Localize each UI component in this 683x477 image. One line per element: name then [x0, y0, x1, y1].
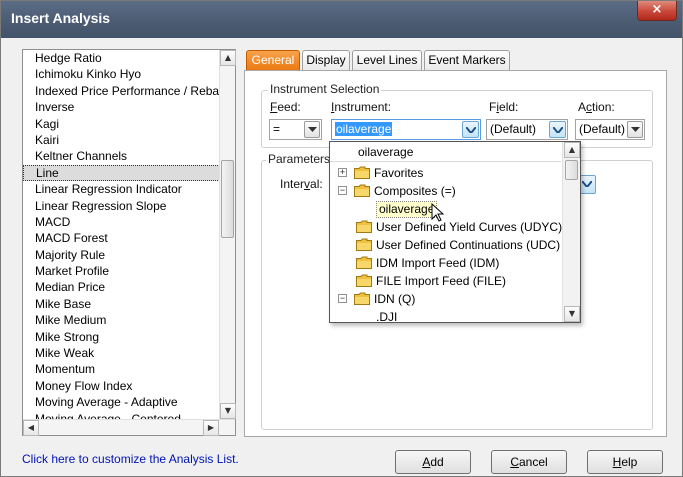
action-value: (Default) [579, 122, 626, 136]
list-item[interactable]: Mike Weak [23, 345, 220, 361]
tree-node-label: User Defined Yield Curves (UDYC) [376, 220, 563, 234]
scroll-up-arrow-icon[interactable]: ▲ [220, 50, 236, 66]
folder-icon [356, 274, 372, 287]
scroll-down-arrow-icon[interactable]: ▼ [220, 403, 236, 419]
feed-combo[interactable]: = [269, 119, 322, 140]
instrument-dropdown[interactable]: oilaverage ▲ ▼ + Favorites − Composites (=)… [329, 141, 581, 326]
folder-icon [356, 220, 372, 233]
parameters-label: Parameters [266, 152, 333, 166]
list-item[interactable]: Kairi [23, 132, 220, 148]
folder-icon [354, 184, 370, 197]
list-item[interactable]: Median Price [23, 279, 220, 295]
scroll-thumb[interactable] [221, 160, 234, 238]
tab-display[interactable]: Display [302, 50, 350, 70]
scroll-down-arrow-icon[interactable]: ▼ [564, 306, 580, 322]
list-item[interactable]: Majority Rule [23, 247, 220, 263]
scroll-up-arrow-icon[interactable]: ▲ [564, 142, 580, 158]
interval-label: Interval: [280, 177, 323, 191]
tree-node-label: Favorites [374, 166, 424, 180]
field-combo[interactable]: (Default) [486, 119, 568, 140]
analysis-list-vertical-scrollbar[interactable]: ▲ ▼ [219, 50, 236, 419]
list-item[interactable]: Indexed Price Performance / Reba [23, 83, 220, 99]
instrument-search-field[interactable]: oilaverage [330, 142, 561, 162]
chevron-down-icon[interactable] [304, 121, 320, 138]
title-bar[interactable]: Insert Analysis × [1, 1, 682, 38]
tree-node[interactable]: IDM Import Feed (IDM) [330, 254, 560, 272]
close-button[interactable]: × [637, 1, 677, 21]
tree-node-label: IDN (Q) [374, 292, 416, 306]
list-item[interactable]: Moving Average - Centered [23, 411, 220, 419]
list-item[interactable]: Kagi [23, 116, 220, 132]
tab-level-lines[interactable]: Level Lines [352, 50, 422, 70]
expand-icon[interactable]: + [338, 168, 347, 177]
add-button[interactable]: Add [395, 450, 471, 474]
list-item[interactable]: MACD [23, 214, 220, 230]
tree-node[interactable]: + Favorites [330, 164, 560, 182]
chevron-down-icon[interactable] [462, 121, 479, 138]
list-item[interactable]: Mike Medium [23, 312, 220, 328]
action-label: Action: [578, 100, 615, 114]
folder-icon [354, 292, 370, 305]
dropdown-scroll-thumb[interactable] [565, 160, 578, 180]
tree-node[interactable]: − IDN (Q) [330, 290, 560, 308]
tree-node[interactable]: User Defined Continuations (UDC) [330, 236, 560, 254]
analysis-list-items: Hedge Ratio Ichimoku Kinko Hyo Indexed Pri… [23, 50, 220, 419]
list-item[interactable]: Line [23, 164, 220, 182]
folder-icon [354, 166, 370, 179]
instrument-selection-label: Instrument Selection [268, 82, 382, 96]
instrument-combo[interactable]: oilaverage [331, 119, 481, 140]
list-item[interactable]: Mike Base [23, 296, 220, 312]
field-value: (Default) [490, 122, 537, 136]
list-item[interactable]: Hedge Ratio [23, 50, 220, 66]
list-item[interactable]: Linear Regression Slope [23, 198, 220, 214]
instrument-value[interactable]: oilaverage [335, 122, 393, 136]
list-item[interactable]: Money Flow Index [23, 378, 220, 394]
tab-general[interactable]: General [246, 50, 300, 70]
action-combo[interactable]: (Default) [575, 119, 645, 140]
list-item[interactable]: Momentum [23, 361, 220, 377]
scroll-left-arrow-icon[interactable]: ◀ [23, 420, 39, 436]
chevron-down-icon[interactable] [549, 121, 566, 138]
scroll-right-arrow-icon[interactable]: ▶ [203, 420, 219, 436]
tab-event-markers[interactable]: Event Markers [424, 50, 510, 70]
collapse-icon[interactable]: − [338, 294, 347, 303]
tree-node[interactable]: oilaverage [330, 200, 560, 218]
collapse-icon[interactable]: − [338, 186, 347, 195]
list-item[interactable]: Market Profile [23, 263, 220, 279]
feed-label: Feed: [270, 100, 301, 114]
list-item[interactable]: Moving Average - Adaptive [23, 394, 220, 410]
tree-node[interactable]: FILE Import Feed (FILE) [330, 272, 560, 290]
folder-icon [356, 256, 372, 269]
list-item[interactable]: Inverse [23, 99, 220, 115]
tree-node[interactable]: .DJI [330, 308, 560, 326]
analysis-list-horizontal-scrollbar[interactable]: ◀ ▶ [23, 419, 235, 436]
list-item[interactable]: MACD Forest [23, 230, 220, 246]
tree-node[interactable]: User Defined Yield Curves (UDYC) [330, 218, 563, 236]
tree-node-label: Composites (=) [374, 184, 456, 198]
dialog-title: Insert Analysis [11, 10, 111, 26]
help-button[interactable]: Help [587, 450, 663, 474]
instrument-label: Instrument: [331, 100, 392, 114]
analysis-list[interactable]: Hedge Ratio Ichimoku Kinko Hyo Indexed Pri… [22, 49, 236, 436]
tree-node-label: oilaverage [376, 201, 438, 218]
tree-node-label: FILE Import Feed (FILE) [376, 274, 507, 288]
chevron-down-icon[interactable] [627, 121, 643, 138]
customize-analysis-list-link[interactable]: Click here to customize the Analysis Lis… [22, 452, 239, 466]
cancel-button[interactable]: Cancel [491, 450, 567, 474]
dropdown-vertical-scrollbar[interactable]: ▲ ▼ [562, 142, 580, 322]
list-item[interactable]: Linear Regression Indicator [23, 181, 220, 197]
folder-icon [356, 238, 372, 251]
tree-node-label: IDM Import Feed (IDM) [376, 256, 500, 270]
list-item[interactable]: Mike Strong [23, 329, 220, 345]
feed-value: = [273, 122, 281, 136]
list-item[interactable]: Keltner Channels [23, 148, 220, 164]
tree-node-label: .DJI [376, 310, 398, 324]
mouse-cursor-icon [431, 203, 445, 222]
tree-node-label: User Defined Continuations (UDC) [376, 238, 561, 252]
list-item[interactable]: Ichimoku Kinko Hyo [23, 66, 220, 82]
tree-node[interactable]: − Composites (=) [330, 182, 560, 200]
field-label: Field: [489, 100, 519, 114]
